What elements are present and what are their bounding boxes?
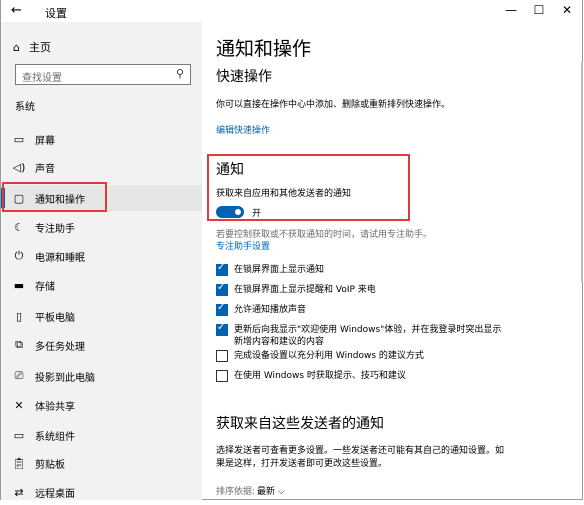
sidebar-item-power[interactable]: ⏻ 电源和睡眠: [1, 243, 202, 269]
title-bar: ← 设置 — ☐ ✕: [1, 0, 584, 22]
checkbox-label: 在锁屏界面上显示通知: [234, 265, 325, 275]
highlight-box-nav: [2, 182, 107, 212]
display-icon: ▭: [13, 132, 25, 146]
sort-value: 最新: [257, 487, 276, 497]
checkbox-label: 更新后向我显示"欢迎使用 Windows"体验，并在我登录时突出显示: [234, 325, 502, 335]
maximize-icon[interactable]: ☐: [529, 3, 549, 17]
project-icon: ⎚: [14, 369, 24, 382]
sidebar-item-label: 系统组件: [35, 431, 75, 443]
search-input[interactable]: 查找设置 ⚲: [15, 64, 191, 85]
sidebar: ⌂ 主页 查找设置 ⚲ 系统 ▭ 屏幕 ◁) 声音 ▢ 通知和操作 ☾ 专注助手…: [1, 22, 202, 500]
search-placeholder: 查找设置: [22, 73, 62, 84]
quick-actions-heading: 快速操作: [216, 69, 272, 85]
sidebar-item-focus-assist[interactable]: ☾ 专注助手: [1, 214, 202, 240]
highlight-box-notifications: [207, 154, 410, 221]
settings-window: ← 设置 — ☐ ✕ ⌂ 主页 查找设置 ⚲ 系统 ▭ 屏幕 ◁) 声音 ▢ 通…: [0, 0, 583, 500]
share-icon: ✕: [14, 398, 24, 412]
senders-description-line1: 选择发送者可查看更多设置。一些发送者还可能有其自己的通知设置。如: [216, 446, 505, 456]
checkbox-play-sounds[interactable]: [216, 302, 228, 316]
remote-desktop-icon: ⇄: [14, 485, 24, 499]
sidebar-item-clipboard[interactable]: 📋︎ 剪贴板: [1, 450, 202, 476]
checkbox-label: 在使用 Windows 时获取提示、技巧和建议: [234, 371, 406, 381]
sidebar-item-sound[interactable]: ◁) 声音: [1, 154, 202, 180]
senders-description-line2: 果是这样，打开发送者即可更改这些设置。: [216, 459, 388, 469]
scrollbar[interactable]: [574, 22, 584, 500]
sidebar-home[interactable]: ⌂ 主页: [13, 39, 51, 55]
sidebar-item-remote-desktop[interactable]: ⇄ 远程桌面: [1, 479, 202, 505]
components-icon: ▭: [13, 428, 25, 442]
senders-heading: 获取来自这些发送者的通知: [216, 416, 384, 432]
sidebar-item-label: 专注助手: [35, 223, 75, 235]
search-icon[interactable]: ⚲: [176, 67, 184, 80]
checkbox-label-line2: 新增内容和建议的内容: [234, 337, 325, 347]
sidebar-item-multitasking[interactable]: ⧉ 多任务处理: [1, 332, 202, 358]
sidebar-item-label: 平板电脑: [35, 312, 75, 324]
back-arrow-icon[interactable]: ←: [11, 3, 22, 18]
checkbox-lock-screen-notifications[interactable]: [216, 262, 228, 276]
sidebar-item-tablet[interactable]: ▯ 平板电脑: [1, 303, 202, 329]
sidebar-item-shared-experiences[interactable]: ✕ 体验共享: [1, 392, 202, 418]
storage-icon: ▬: [13, 278, 25, 292]
sidebar-item-label: 电源和睡眠: [35, 252, 85, 264]
sidebar-item-label: 存储: [35, 281, 55, 293]
power-icon: ⏻: [14, 249, 24, 262]
checkbox-device-setup-suggestions[interactable]: [216, 350, 228, 362]
clipboard-icon: 📋︎: [12, 456, 26, 470]
moon-icon: ☾: [14, 220, 24, 234]
home-label: 主页: [28, 41, 51, 54]
checkbox-tips-tricks[interactable]: [216, 370, 228, 382]
sidebar-item-system-components[interactable]: ▭ 系统组件: [1, 422, 202, 448]
multitask-icon: ⧉: [15, 338, 23, 351]
checkbox-label: 在锁屏界面上显示提醒和 VoIP 来电: [234, 285, 376, 295]
sidebar-item-project[interactable]: ⎚ 投影到此电脑: [1, 363, 202, 389]
sidebar-item-label: 远程桌面: [35, 488, 75, 500]
sidebar-item-label: 投影到此电脑: [35, 372, 95, 384]
chevron-down-icon: ⌵: [277, 487, 285, 497]
sort-dropdown[interactable]: 最新 ⌵: [257, 484, 285, 497]
checkbox-label: 允许通知播放声音: [234, 305, 307, 315]
close-icon[interactable]: ✕: [557, 3, 577, 17]
sidebar-item-storage[interactable]: ▬ 存储: [1, 272, 202, 298]
sound-icon: ◁): [12, 160, 26, 174]
sidebar-item-label: 多任务处理: [35, 341, 85, 353]
tablet-icon: ▯: [15, 309, 23, 323]
window-title: 设置: [45, 7, 67, 20]
checkbox-welcome-experience[interactable]: [216, 322, 228, 336]
minimize-icon[interactable]: —: [501, 3, 521, 17]
sort-label: 排序依据:: [216, 487, 256, 497]
sidebar-item-label: 声音: [35, 163, 55, 175]
checkbox-lock-screen-voip[interactable]: [216, 282, 228, 296]
sidebar-item-label: 屏幕: [35, 135, 55, 147]
sidebar-item-display[interactable]: ▭ 屏幕: [1, 126, 202, 152]
home-icon: ⌂: [13, 40, 20, 54]
page-title: 通知和操作: [216, 38, 312, 60]
edit-quick-actions-link[interactable]: 编辑快速操作: [216, 123, 270, 136]
scrollbar-thumb[interactable]: [581, 62, 583, 282]
sidebar-section-label: 系统: [15, 102, 35, 113]
quick-actions-description: 你可以直接在操作中心中添加、删除或重新排列快速操作。: [216, 100, 451, 110]
main-content: 通知和操作 快速操作 你可以直接在操作中心中添加、删除或重新排列快速操作。 编辑…: [202, 22, 574, 500]
sidebar-item-label: 剪贴板: [35, 459, 65, 471]
checkbox-label: 完成设备设置以充分利用 Windows 的建议方式: [234, 351, 424, 361]
focus-assist-settings-link[interactable]: 专注助手设置: [216, 239, 270, 252]
sidebar-item-label: 体验共享: [35, 401, 75, 413]
